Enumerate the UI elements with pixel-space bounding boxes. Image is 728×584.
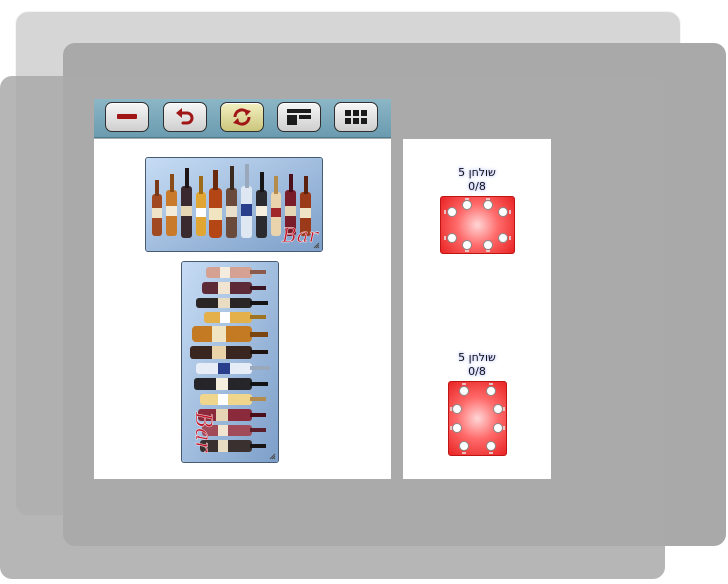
tables-panel: שולחן 5 0/8 שולחן 5 0/8 [403,139,551,479]
bar-item-vertical[interactable]: Bar [181,261,279,463]
undo-button[interactable] [163,102,207,132]
undo-arrow-icon [176,108,194,125]
bottles-image: Bar [146,158,322,251]
table-item[interactable]: שולחן 5 0/8 [403,351,551,456]
minus-icon [117,114,137,119]
resize-grip-icon[interactable] [313,242,320,249]
table-occupancy: 0/8 [468,365,486,378]
bar-item-horizontal[interactable]: Bar [145,157,323,252]
table-seats-icon [449,383,505,454]
grid-icon [345,110,367,124]
refresh-icon [233,108,251,126]
table-occupancy: 0/8 [468,180,486,193]
layout-icon [287,109,311,125]
bottles-image-vertical: Bar [182,262,278,462]
items-panel: Bar Bar [94,139,391,479]
refresh-button[interactable] [220,102,264,132]
layout-button[interactable] [277,102,321,132]
table-shape [439,196,515,254]
bar-item-label-v: Bar [190,411,215,453]
table-seats-icon [443,198,511,252]
resize-grip-icon[interactable] [269,453,276,460]
minus-button[interactable] [105,102,149,132]
toolbar [94,99,391,138]
table-name: שולחן 5 [458,351,496,364]
table-item[interactable]: שולחן 5 0/8 [403,166,551,254]
grid-button[interactable] [334,102,378,132]
table-name: שולחן 5 [458,166,496,179]
table-shape [447,381,507,456]
